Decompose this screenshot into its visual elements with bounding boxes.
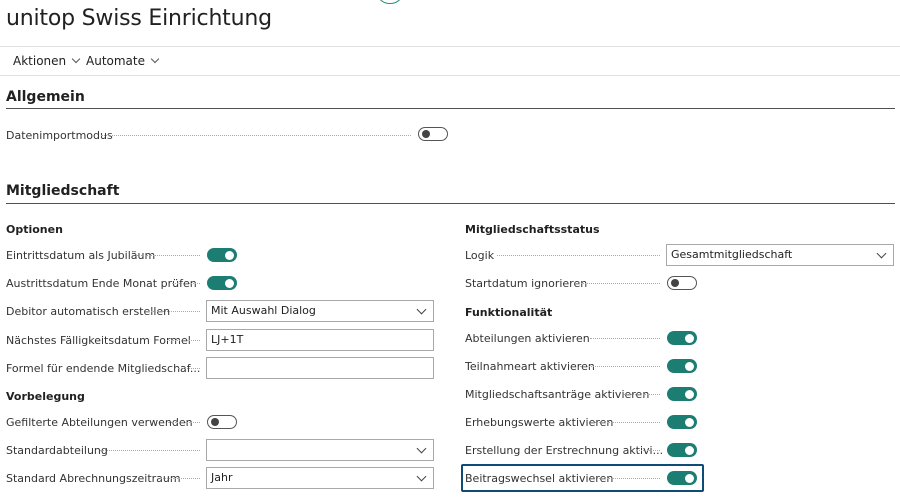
startdatum-ignorieren-toggle[interactable] bbox=[667, 276, 697, 290]
chevron-down-icon bbox=[71, 54, 81, 64]
field-label: Nächstes Fälligkeitsdatum Formel bbox=[6, 333, 191, 347]
select-value: Gesamtmitgliedschaft bbox=[671, 248, 793, 261]
field-leader-dots bbox=[101, 135, 411, 136]
top-indicator-icon bbox=[378, 0, 402, 4]
automate-menu-button[interactable]: Automate bbox=[86, 54, 160, 68]
gefilterte-abteilungen-toggle[interactable] bbox=[207, 415, 237, 429]
group-title-optionen: Optionen bbox=[6, 223, 63, 236]
field-leader-dots bbox=[136, 255, 200, 256]
field-label: Standard Abrechnungszeitraum bbox=[6, 471, 181, 485]
field-leader-dots bbox=[168, 422, 200, 423]
eintrittsdatum-jubilaeum-toggle[interactable] bbox=[207, 248, 237, 262]
chevron-down-icon bbox=[416, 443, 427, 454]
abteilungen-aktivieren-toggle[interactable] bbox=[667, 331, 697, 345]
field-label: Erstellung der Erstrechnung aktivi... bbox=[465, 443, 664, 457]
field-standardabteilung: Standardabteilung bbox=[6, 439, 108, 461]
field-faelligkeitsdatum: Nächstes Fälligkeitsdatum Formel bbox=[6, 329, 191, 351]
field-label: Logik bbox=[465, 248, 495, 262]
section-title-allgemein[interactable]: Allgemein bbox=[6, 89, 85, 105]
endende-mitgliedschaft-formel-input[interactable] bbox=[206, 357, 434, 379]
field-erstrechnung-aktivieren: Erstellung der Erstrechnung aktivi... bbox=[465, 439, 663, 461]
field-label: Erhebungswerte aktivieren bbox=[465, 415, 614, 429]
field-teilnahmeart-aktivieren: Teilnahmeart aktivieren bbox=[465, 355, 595, 377]
field-leader-dots bbox=[167, 340, 200, 341]
actions-menu-button[interactable]: Aktionen bbox=[13, 54, 81, 68]
group-title-mitgliedschaftsstatus: Mitgliedschaftsstatus bbox=[465, 223, 600, 236]
field-leader-dots bbox=[172, 283, 200, 284]
beitragswechsel-aktivieren-toggle[interactable] bbox=[667, 471, 697, 485]
field-label: Abteilungen aktivieren bbox=[465, 331, 590, 345]
erhebungswerte-aktivieren-toggle[interactable] bbox=[667, 415, 697, 429]
abrechnungszeitraum-select[interactable]: Jahr bbox=[206, 467, 434, 489]
field-leader-dots bbox=[497, 255, 660, 256]
field-label: Standardabteilung bbox=[6, 443, 108, 457]
field-gefilterte-abteilungen: Gefilterte Abteilungen verwenden bbox=[6, 411, 193, 433]
field-label: Gefilterte Abteilungen verwenden bbox=[6, 415, 193, 429]
faelligkeitsdatum-formel-input[interactable]: LJ+1T bbox=[206, 329, 434, 351]
section-divider bbox=[6, 203, 895, 204]
section-divider bbox=[6, 108, 895, 109]
chevron-down-icon bbox=[150, 54, 160, 64]
field-endende-mitgliedschaft: Formel für endende Mitgliedschaf... bbox=[6, 357, 200, 379]
action-bar: Aktionen Automate bbox=[0, 46, 900, 76]
field-startdatum-ignorieren: Startdatum ignorieren bbox=[465, 272, 587, 294]
debitor-automatisch-select[interactable]: Mit Auswahl Dialog bbox=[206, 300, 434, 322]
field-leader-dots bbox=[178, 368, 200, 369]
chevron-down-icon bbox=[416, 304, 427, 315]
datenimportmodus-toggle[interactable] bbox=[418, 127, 448, 141]
section-title-mitgliedschaft[interactable]: Mitgliedschaft bbox=[6, 183, 119, 199]
field-mitgliedschaftsantraege-aktivieren: Mitgliedschaftsanträge aktivieren bbox=[465, 383, 649, 405]
automate-menu-label: Automate bbox=[86, 54, 145, 68]
teilnahmeart-aktivieren-toggle[interactable] bbox=[667, 359, 697, 373]
input-value: LJ+1T bbox=[211, 333, 244, 346]
select-value: Jahr bbox=[211, 471, 233, 484]
field-austrittsdatum: Austrittsdatum Ende Monat prüfen bbox=[6, 272, 197, 294]
field-leader-dots bbox=[100, 450, 200, 451]
field-erhebungswerte-aktivieren: Erhebungswerte aktivieren bbox=[465, 411, 613, 433]
field-beitragswechsel-aktivieren: Beitragswechsel aktivieren bbox=[465, 467, 613, 489]
field-leader-dots bbox=[160, 478, 200, 479]
page-title: unitop Swiss Einrichtung bbox=[6, 6, 272, 31]
field-leader-dots bbox=[580, 366, 660, 367]
group-title-vorbelegung: Vorbelegung bbox=[6, 390, 85, 403]
austrittsdatum-pruefen-toggle[interactable] bbox=[207, 276, 237, 290]
field-label: Austrittsdatum Ende Monat prüfen bbox=[6, 276, 197, 290]
mitgliedschaftsantraege-aktivieren-toggle[interactable] bbox=[667, 387, 697, 401]
field-label: Beitragswechsel aktivieren bbox=[465, 471, 614, 485]
field-label: Datenimportmodus bbox=[6, 128, 113, 142]
field-logik: Logik bbox=[465, 244, 494, 266]
field-leader-dots bbox=[148, 311, 200, 312]
erstrechnung-aktivieren-toggle[interactable] bbox=[667, 443, 697, 457]
select-value: Mit Auswahl Dialog bbox=[211, 304, 316, 317]
field-label: Debitor automatisch erstellen bbox=[6, 304, 171, 318]
group-title-funktionalitaet: Funktionalität bbox=[465, 306, 553, 319]
field-abrechnungszeitraum: Standard Abrechnungszeitraum bbox=[6, 467, 181, 489]
field-label: Mitgliedschaftsanträge aktivieren bbox=[465, 387, 650, 401]
chevron-down-icon bbox=[416, 471, 427, 482]
field-leader-dots bbox=[624, 394, 660, 395]
field-label: Teilnahmeart aktivieren bbox=[465, 359, 595, 373]
field-label: Startdatum ignorieren bbox=[465, 276, 588, 290]
standardabteilung-select[interactable] bbox=[206, 439, 434, 461]
field-abteilungen-aktivieren: Abteilungen aktivieren bbox=[465, 327, 590, 349]
chevron-down-icon bbox=[876, 248, 887, 259]
logik-select[interactable]: Gesamtmitgliedschaft bbox=[666, 244, 894, 266]
field-leader-dots bbox=[593, 422, 660, 423]
field-label: Eintrittsdatum als Jubiläum bbox=[6, 248, 156, 262]
field-leader-dots bbox=[597, 478, 660, 479]
field-leader-dots bbox=[636, 450, 660, 451]
field-eintrittsdatum: Eintrittsdatum als Jubiläum bbox=[6, 244, 155, 266]
field-label: Formel für endende Mitgliedschaf... bbox=[6, 361, 201, 375]
actions-menu-label: Aktionen bbox=[13, 54, 67, 68]
field-leader-dots bbox=[575, 283, 660, 284]
field-leader-dots bbox=[590, 338, 660, 339]
field-debitor: Debitor automatisch erstellen bbox=[6, 300, 170, 322]
